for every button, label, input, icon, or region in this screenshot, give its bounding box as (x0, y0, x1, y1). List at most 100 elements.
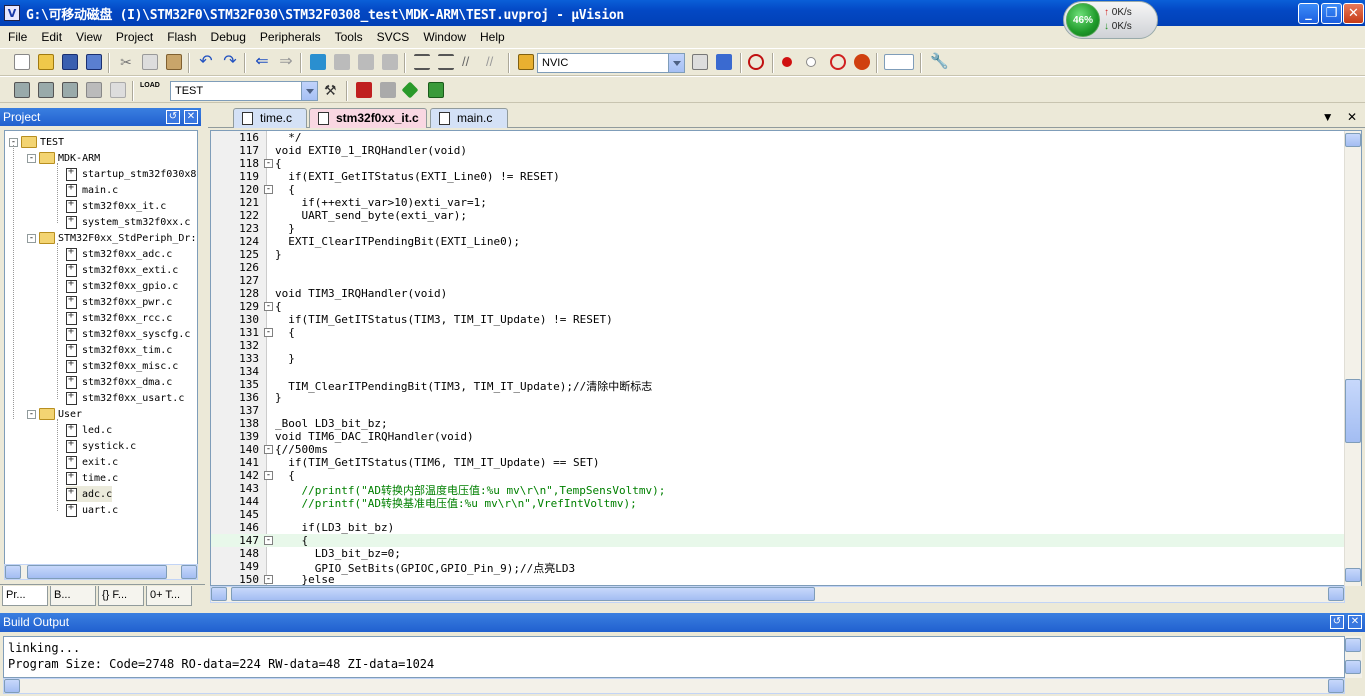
chevron-down-icon[interactable] (301, 82, 317, 100)
menu-window[interactable]: Window (415, 30, 472, 44)
manage-components-icon[interactable] (356, 82, 372, 98)
minimize-button[interactable]: _ (1298, 3, 1319, 24)
clear-bookmarks-icon[interactable] (382, 54, 398, 70)
copy-icon[interactable] (142, 54, 158, 70)
scroll-thumb[interactable] (27, 565, 167, 579)
code-line[interactable]: 145 (211, 508, 1347, 521)
code-line[interactable]: 118-{ (211, 157, 1347, 170)
code-line[interactable]: 125} (211, 248, 1347, 261)
tab-time-c[interactable]: time.c (233, 108, 307, 128)
uncomment-icon[interactable]: // (486, 54, 502, 70)
code-line[interactable]: 144 //printf("AD转换基准电压值:%u mv\r\n",VrefI… (211, 495, 1347, 510)
run-time-environment-icon[interactable] (428, 82, 444, 98)
enable-breakpoint-icon[interactable] (806, 57, 816, 67)
tree-file-row[interactable]: stm32f0xx_dma.c (66, 374, 172, 390)
collapse-icon[interactable]: - (27, 409, 36, 419)
menu-edit[interactable]: Edit (33, 30, 68, 44)
tree-file-row[interactable]: time.c (66, 470, 118, 486)
scroll-down-icon[interactable] (1345, 660, 1361, 674)
code-line[interactable]: 137 (211, 404, 1347, 417)
editor-hscrollbar[interactable] (210, 586, 1345, 603)
tree-file-row[interactable]: systick.c (66, 438, 136, 454)
batch-build-icon[interactable] (86, 82, 102, 98)
tab-templates[interactable]: 0+ T... (146, 586, 192, 606)
close-panel-icon[interactable]: ✕ (1348, 615, 1362, 629)
tree-root-row[interactable]: - TEST (9, 134, 64, 150)
new-file-icon[interactable] (14, 54, 30, 70)
tree-file-row[interactable]: stm32f0xx_rcc.c (66, 310, 172, 326)
tree-file-row[interactable]: system_stm32f0xx.c (66, 214, 190, 230)
pack-installer-icon[interactable] (401, 81, 419, 99)
kill-breakpoints-icon[interactable] (854, 54, 870, 70)
tree-file-row[interactable]: main.c (66, 182, 118, 198)
scroll-up-icon[interactable] (1345, 133, 1361, 147)
tree-file-row[interactable]: stm32f0xx_syscfg.c (66, 326, 190, 342)
target-options-icon[interactable]: ⚒ (324, 82, 340, 98)
code-line[interactable]: 141 if(TIM_GetITStatus(TIM6, TIM_IT_Upda… (211, 456, 1347, 469)
tree-file-row[interactable]: stm32f0xx_it.c (66, 198, 166, 214)
code-line[interactable]: 127 (211, 274, 1347, 287)
tree-group-row[interactable]: - User (27, 406, 82, 422)
fold-toggle-icon[interactable]: - (264, 159, 273, 168)
pin-icon[interactable]: ↺ (1330, 615, 1344, 629)
code-line[interactable]: 138 _Bool LD3_bit_bz; (211, 417, 1347, 430)
indent-icon[interactable] (414, 54, 430, 70)
configure-icon[interactable]: 🔧 (930, 54, 949, 70)
translate-icon[interactable] (14, 82, 30, 98)
menu-debug[interactable]: Debug (203, 30, 252, 44)
code-line[interactable]: 149 GPIO_SetBits(GPIOC,GPIO_Pin_9);//点亮L… (211, 560, 1347, 575)
debug-session-icon[interactable] (748, 54, 764, 70)
build-output-text[interactable]: linking... Program Size: Code=2748 RO-da… (3, 636, 1345, 678)
tree-file-row[interactable]: stm32f0xx_exti.c (66, 262, 178, 278)
undo-icon[interactable]: ↶ (198, 54, 214, 70)
code-line[interactable]: 128 void TIM3_IRQHandler(void) (211, 287, 1347, 300)
rebuild-icon[interactable] (62, 82, 78, 98)
navigate-back-icon[interactable]: ⇐ (254, 54, 270, 70)
menu-project[interactable]: Project (108, 30, 159, 44)
code-line[interactable]: 134 (211, 365, 1347, 378)
save-all-icon[interactable] (86, 54, 102, 70)
code-line[interactable]: 135 TIM_ClearITPendingBit(TIM3, TIM_IT_U… (211, 378, 1347, 393)
network-monitor-widget[interactable]: 46% ↑ 0K/s ↓ 0K/s (1063, 1, 1158, 39)
code-line[interactable]: 120- { (211, 183, 1347, 196)
close-tab-icon[interactable]: ✕ (1347, 110, 1357, 124)
tree-file-row[interactable]: stm32f0xx_adc.c (66, 246, 172, 262)
code-line[interactable]: 121 if(++exti_var>10)exti_var=1; (211, 196, 1347, 209)
tree-file-row[interactable]: stm32f0xx_gpio.c (66, 278, 178, 294)
code-line[interactable]: 131- { (211, 326, 1347, 339)
uvision-app-icon[interactable]: V (4, 5, 20, 21)
scroll-left-icon[interactable] (4, 679, 20, 693)
scroll-up-icon[interactable] (1345, 638, 1361, 652)
close-panel-icon[interactable]: ✕ (184, 110, 198, 124)
tree-group-row[interactable]: - MDK-ARM (27, 150, 100, 166)
menu-help[interactable]: Help (472, 30, 511, 44)
scroll-right-icon[interactable] (181, 565, 197, 579)
download-load-icon[interactable]: LOAD (140, 82, 160, 98)
chevron-down-icon[interactable] (668, 54, 684, 72)
save-icon[interactable] (62, 54, 78, 70)
code-line[interactable]: 150- }else (211, 573, 1347, 585)
code-line[interactable]: 139 void TIM6_DAC_IRQHandler(void) (211, 430, 1347, 443)
fold-toggle-icon[interactable]: - (264, 328, 273, 337)
find-icon[interactable] (692, 54, 708, 70)
build-output-hscrollbar[interactable] (3, 678, 1345, 694)
select-packs-icon[interactable] (380, 82, 396, 98)
unindent-icon[interactable] (438, 54, 454, 70)
code-line[interactable]: 122 UART_send_byte(exti_var); (211, 209, 1347, 222)
restore-button[interactable]: ❐ (1321, 3, 1342, 24)
open-file-icon[interactable] (38, 54, 54, 70)
collapse-icon[interactable]: - (27, 233, 36, 243)
find-combo[interactable]: NVIC (537, 53, 685, 73)
close-window-button[interactable]: ✕ (1343, 3, 1364, 24)
tree-file-row[interactable]: startup_stm32f030x8 (66, 166, 196, 182)
code-line[interactable]: 117 void EXTI0_1_IRQHandler(void) (211, 144, 1347, 157)
code-line[interactable]: 140- {//500ms (211, 443, 1347, 456)
cut-icon[interactable]: ✂ (118, 54, 134, 70)
menu-view[interactable]: View (68, 30, 108, 44)
code-line[interactable]: 136} (211, 391, 1347, 404)
pin-icon[interactable]: ↺ (166, 110, 180, 124)
code-line[interactable]: 130 if(TIM_GetITStatus(TIM3, TIM_IT_Upda… (211, 313, 1347, 326)
project-tree-hscrollbar[interactable] (4, 564, 198, 580)
tree-file-row[interactable]: stm32f0xx_pwr.c (66, 294, 172, 310)
scroll-left-icon[interactable] (211, 587, 227, 601)
